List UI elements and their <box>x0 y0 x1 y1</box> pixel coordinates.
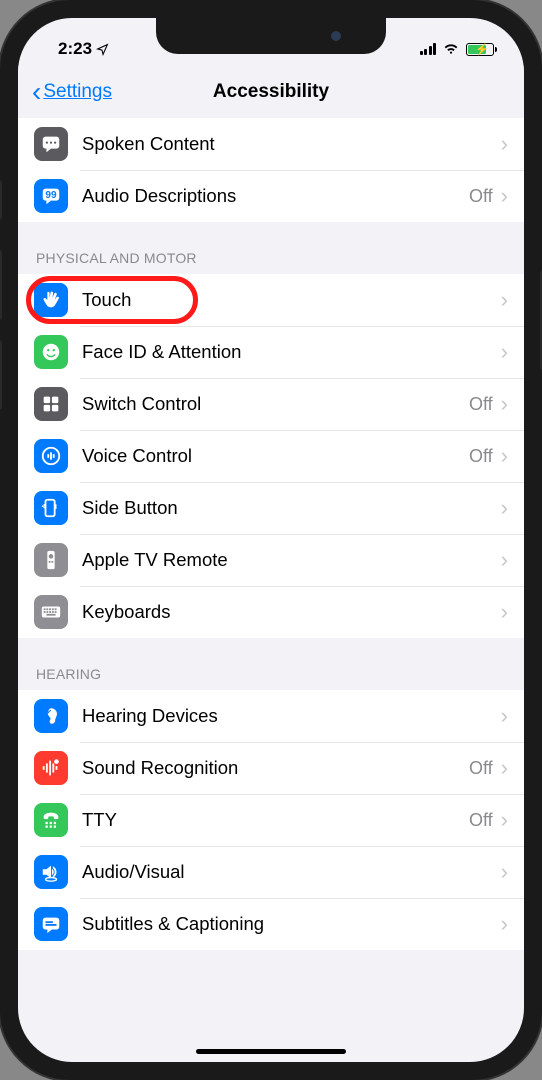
list-item-label: Spoken Content <box>82 133 501 155</box>
list-group: Touch›Face ID & Attention›Switch Control… <box>18 274 524 638</box>
status-right: ⚡ <box>420 39 495 59</box>
cellular-signal-icon <box>420 43 437 55</box>
list-item-label: Keyboards <box>82 601 501 623</box>
quote-bubble-icon: 99 <box>34 179 68 213</box>
list-item-value: Off <box>469 446 493 467</box>
battery-icon: ⚡ <box>466 43 494 56</box>
list-item-tty[interactable]: TTYOff › <box>18 794 524 846</box>
ear-icon <box>34 699 68 733</box>
volume-down-button <box>0 340 2 410</box>
list-item-hearing-devices[interactable]: Hearing Devices› <box>18 690 524 742</box>
list-item-label: Face ID & Attention <box>82 341 501 363</box>
status-time: 2:23 <box>58 39 92 59</box>
remote-icon <box>34 543 68 577</box>
list-item-voice-control[interactable]: Voice ControlOff › <box>18 430 524 482</box>
chevron-right-icon: › <box>501 859 508 885</box>
speech-bubble-icon <box>34 127 68 161</box>
audiovisual-icon <box>34 855 68 889</box>
content-scroll[interactable]: Spoken Content›99Audio DescriptionsOff› … <box>18 118 524 1062</box>
list-item-label: Touch <box>82 289 501 311</box>
chevron-right-icon: › <box>501 911 508 937</box>
list-item-face-id-attention[interactable]: Face ID & Attention› <box>18 326 524 378</box>
camera-dot <box>331 31 341 41</box>
voice-icon <box>34 439 68 473</box>
chevron-right-icon: › <box>501 443 508 469</box>
back-chevron-icon: ‹ <box>32 78 41 106</box>
keyboard-icon <box>34 595 68 629</box>
chevron-right-icon: › <box>501 599 508 625</box>
waveform-icon <box>34 751 68 785</box>
subtitle-icon <box>34 907 68 941</box>
chevron-right-icon: › <box>501 807 508 833</box>
status-left: 2:23 <box>58 39 109 59</box>
list-item-label: Audio/Visual <box>82 861 501 883</box>
phone-frame: 2:23 ⚡ ‹ Settings Accessibility <box>0 0 542 1080</box>
chevron-right-icon: › <box>501 547 508 573</box>
list-item-label: Switch Control <box>82 393 469 415</box>
back-label: Settings <box>43 81 112 103</box>
list-item-value: Off <box>469 186 493 207</box>
section-header: Physical and Motor <box>18 222 524 274</box>
wifi-icon <box>442 39 460 59</box>
list-item-audio-visual[interactable]: Audio/Visual› <box>18 846 524 898</box>
face-icon <box>34 335 68 369</box>
list-item-value: Off <box>469 758 493 779</box>
svg-text:99: 99 <box>45 190 57 201</box>
mute-switch <box>0 180 2 220</box>
list-item-spoken-content[interactable]: Spoken Content› <box>18 118 524 170</box>
chevron-right-icon: › <box>501 755 508 781</box>
section-header: Hearing <box>18 638 524 690</box>
location-arrow-icon <box>96 43 109 56</box>
side-button-icon <box>34 491 68 525</box>
notch <box>156 18 386 54</box>
grid4-icon <box>34 387 68 421</box>
chevron-right-icon: › <box>501 339 508 365</box>
list-item-label: Side Button <box>82 497 501 519</box>
chevron-right-icon: › <box>501 287 508 313</box>
chevron-right-icon: › <box>501 183 508 209</box>
list-vision-tail: Spoken Content›99Audio DescriptionsOff› <box>18 118 524 222</box>
list-item-label: Sound Recognition <box>82 757 469 779</box>
chevron-right-icon: › <box>501 391 508 417</box>
list-item-value: Off <box>469 810 493 831</box>
chevron-right-icon: › <box>501 703 508 729</box>
chevron-right-icon: › <box>501 131 508 157</box>
list-item-keyboards[interactable]: Keyboards› <box>18 586 524 638</box>
nav-bar: ‹ Settings Accessibility <box>18 66 524 118</box>
list-item-audio-descriptions[interactable]: 99 Audio DescriptionsOff › <box>18 170 524 222</box>
list-item-apple-tv-remote[interactable]: Apple TV Remote› <box>18 534 524 586</box>
list-item-label: Subtitles & Captioning <box>82 913 501 935</box>
hand-icon <box>34 283 68 317</box>
list-item-label: Hearing Devices <box>82 705 501 727</box>
list-item-switch-control[interactable]: Switch ControlOff › <box>18 378 524 430</box>
back-button[interactable]: ‹ Settings <box>32 78 112 106</box>
list-item-label: Voice Control <box>82 445 469 467</box>
chevron-right-icon: › <box>501 495 508 521</box>
volume-up-button <box>0 250 2 320</box>
list-item-label: Apple TV Remote <box>82 549 501 571</box>
list-item-subtitles-captioning[interactable]: Subtitles & Captioning› <box>18 898 524 950</box>
home-indicator[interactable] <box>196 1049 346 1054</box>
list-item-value: Off <box>469 394 493 415</box>
list-item-touch[interactable]: Touch› <box>18 274 524 326</box>
list-item-label: Audio Descriptions <box>82 185 469 207</box>
list-item-sound-recognition[interactable]: Sound RecognitionOff › <box>18 742 524 794</box>
list-item-label: TTY <box>82 809 469 831</box>
list-group: Hearing Devices›Sound RecognitionOff›TTY… <box>18 690 524 950</box>
tty-icon <box>34 803 68 837</box>
screen: 2:23 ⚡ ‹ Settings Accessibility <box>18 18 524 1062</box>
list-item-side-button[interactable]: Side Button› <box>18 482 524 534</box>
battery-charging-icon: ⚡ <box>475 43 489 56</box>
